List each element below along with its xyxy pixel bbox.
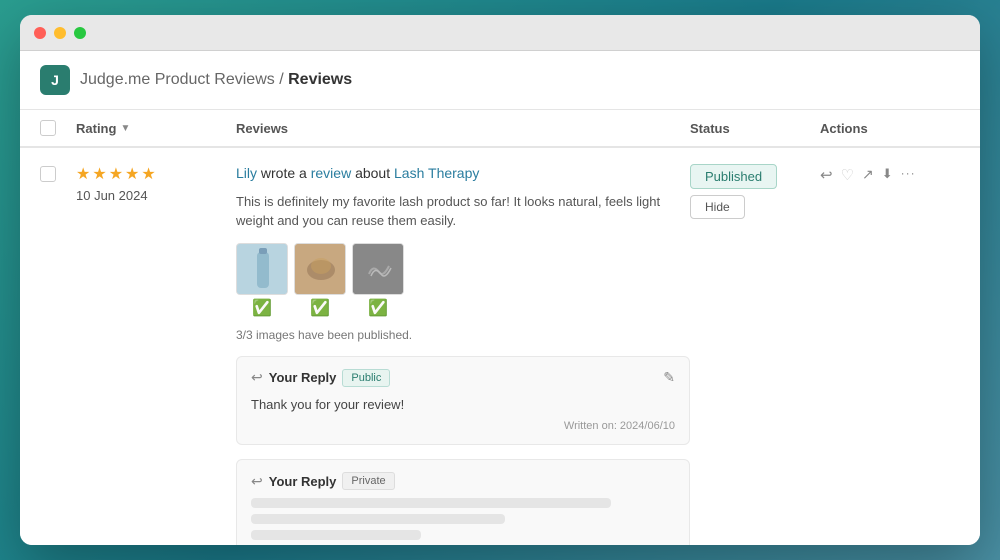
hide-button[interactable]: Hide	[690, 195, 745, 219]
public-reply-text: Thank you for your review!	[251, 395, 675, 415]
reviews-label: Reviews	[236, 121, 288, 136]
review-images-row: ✅ ✅	[236, 243, 690, 318]
row-checkbox-cell	[40, 164, 76, 182]
star-4: ★	[125, 164, 139, 184]
about-text: about	[355, 165, 394, 181]
skeleton-line-1	[251, 498, 611, 508]
breadcrumb-separator: /	[275, 71, 288, 88]
image-1-wrap: ✅	[236, 243, 288, 318]
heart-action-icon[interactable]: ♡	[841, 166, 854, 184]
app-window: J Judge.me Product Reviews / Reviews Rat…	[20, 15, 980, 545]
private-reply-box: ↩ Your Reply Private	[236, 459, 690, 545]
column-header-reviews: Reviews	[236, 121, 690, 136]
table-header: Rating ▼ Reviews Status Actions	[20, 110, 980, 148]
author-link[interactable]: Lily	[236, 165, 257, 181]
review-title-line: Lily wrote a review about Lash Therapy	[236, 164, 690, 184]
row-checkbox[interactable]	[40, 166, 56, 182]
app-title: Judge.me Product Reviews / Reviews	[80, 71, 352, 89]
column-header-status: Status	[690, 121, 820, 136]
star-2: ★	[92, 164, 106, 184]
breadcrumb-main[interactable]: Judge.me Product Reviews	[80, 71, 275, 88]
image-3-check: ✅	[368, 298, 388, 318]
image-1-check: ✅	[252, 298, 272, 318]
star-5: ★	[141, 164, 155, 184]
public-reply-arrow-icon: ↩	[251, 369, 263, 386]
titlebar	[20, 15, 980, 51]
main-content: J Judge.me Product Reviews / Reviews Rat…	[20, 51, 980, 545]
image-2-wrap: ✅	[294, 243, 346, 318]
image-thumb-2[interactable]	[294, 243, 346, 295]
images-count-text: 3/3 images have been published.	[236, 328, 690, 342]
image-2-check: ✅	[310, 298, 330, 318]
public-reply-header-left: ↩ Your Reply Public	[251, 369, 390, 387]
public-reply-header: ↩ Your Reply Public ✎	[251, 369, 675, 387]
table-row: ★ ★ ★ ★ ★ 10 Jun 2024 Lily wrote a revie…	[20, 148, 980, 545]
minimize-button[interactable]	[54, 27, 66, 39]
public-reply-edit-button[interactable]: ✎	[663, 369, 675, 386]
private-reply-header-left: ↩ Your Reply Private	[251, 472, 395, 490]
public-reply-box: ↩ Your Reply Public ✎ Thank you for your…	[236, 356, 690, 446]
actions-label: Actions	[820, 121, 868, 136]
star-rating: ★ ★ ★ ★ ★	[76, 164, 236, 184]
skeleton-line-3	[251, 530, 421, 540]
column-header-actions: Actions	[820, 121, 960, 136]
product-link[interactable]: Lash Therapy	[394, 165, 479, 181]
image-thumb-1[interactable]	[236, 243, 288, 295]
save-action-icon[interactable]: ⬇	[882, 166, 893, 182]
column-header-rating[interactable]: Rating ▼	[76, 121, 236, 136]
review-link[interactable]: review	[311, 165, 351, 181]
private-reply-arrow-icon: ↩	[251, 473, 263, 490]
more-action-icon[interactable]: ···	[901, 166, 916, 180]
reply-action-icon[interactable]: ↩	[820, 166, 833, 184]
share-action-icon[interactable]: ↗	[862, 166, 874, 183]
status-badge: Published	[690, 164, 777, 189]
private-reply-skeleton	[251, 498, 675, 540]
actions-cell: ↩ ♡ ↗ ⬇ ···	[820, 164, 960, 184]
logo-letter: J	[51, 72, 59, 88]
header-checkbox[interactable]	[40, 120, 76, 136]
rating-sort-icon: ▼	[120, 123, 130, 134]
star-3: ★	[109, 164, 123, 184]
public-reply-date: Written on: 2024/06/10	[251, 420, 675, 432]
breadcrumb-current: Reviews	[288, 71, 352, 88]
status-label: Status	[690, 121, 730, 136]
rating-date-cell: ★ ★ ★ ★ ★ 10 Jun 2024	[76, 164, 236, 203]
review-date: 10 Jun 2024	[76, 188, 236, 203]
rating-label: Rating	[76, 121, 116, 136]
image-3-wrap: ✅	[352, 243, 404, 318]
star-1: ★	[76, 164, 90, 184]
public-reply-badge: Public	[342, 369, 390, 387]
close-button[interactable]	[34, 27, 46, 39]
app-logo: J	[40, 65, 70, 95]
private-reply-label: Your Reply	[269, 474, 337, 489]
review-body: This is definitely my favorite lash prod…	[236, 192, 690, 231]
app-header: J Judge.me Product Reviews / Reviews	[20, 51, 980, 110]
status-cell: Published Hide	[690, 164, 820, 219]
wrote-text: wrote a	[261, 165, 307, 181]
maximize-button[interactable]	[74, 27, 86, 39]
skeleton-line-2	[251, 514, 505, 524]
private-reply-badge: Private	[342, 472, 394, 490]
review-content-cell: Lily wrote a review about Lash Therapy T…	[236, 164, 690, 545]
private-reply-header: ↩ Your Reply Private	[251, 472, 675, 490]
public-reply-label: Your Reply	[269, 370, 337, 385]
image-thumb-3[interactable]	[352, 243, 404, 295]
